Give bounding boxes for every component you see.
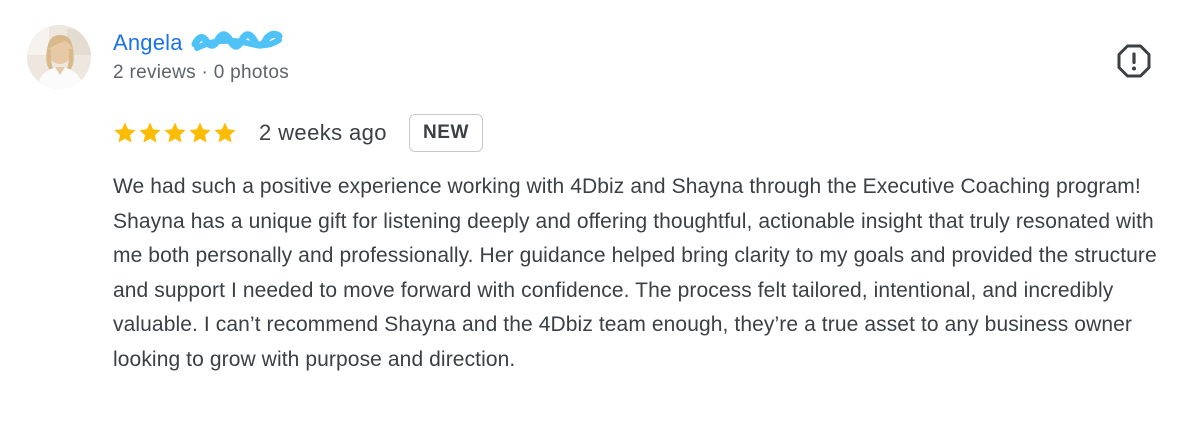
redaction-scribble xyxy=(191,28,283,59)
review-text: We had such a positive experience workin… xyxy=(113,175,1157,371)
review-card: Angela 2 reviews · 0 photos 2 weeks ago … xyxy=(0,0,1200,432)
report-review-button[interactable] xyxy=(1117,44,1151,78)
avatar[interactable] xyxy=(27,25,91,89)
star-icon xyxy=(164,122,186,143)
author-name[interactable]: Angela xyxy=(113,30,183,56)
report-flag-icon xyxy=(1117,44,1151,78)
author-stats: 2 reviews · 0 photos xyxy=(113,62,290,83)
star-icon xyxy=(189,122,211,143)
avatar-photo xyxy=(27,25,91,89)
star-icon xyxy=(214,122,236,143)
star-icon xyxy=(139,122,161,143)
review-time: 2 weeks ago xyxy=(259,120,387,145)
author-name-row: Angela xyxy=(113,28,283,58)
rating-row: 2 weeks ago NEW xyxy=(113,112,484,154)
star-icon xyxy=(114,122,136,143)
new-badge: NEW xyxy=(408,114,484,152)
star-rating xyxy=(113,121,237,145)
